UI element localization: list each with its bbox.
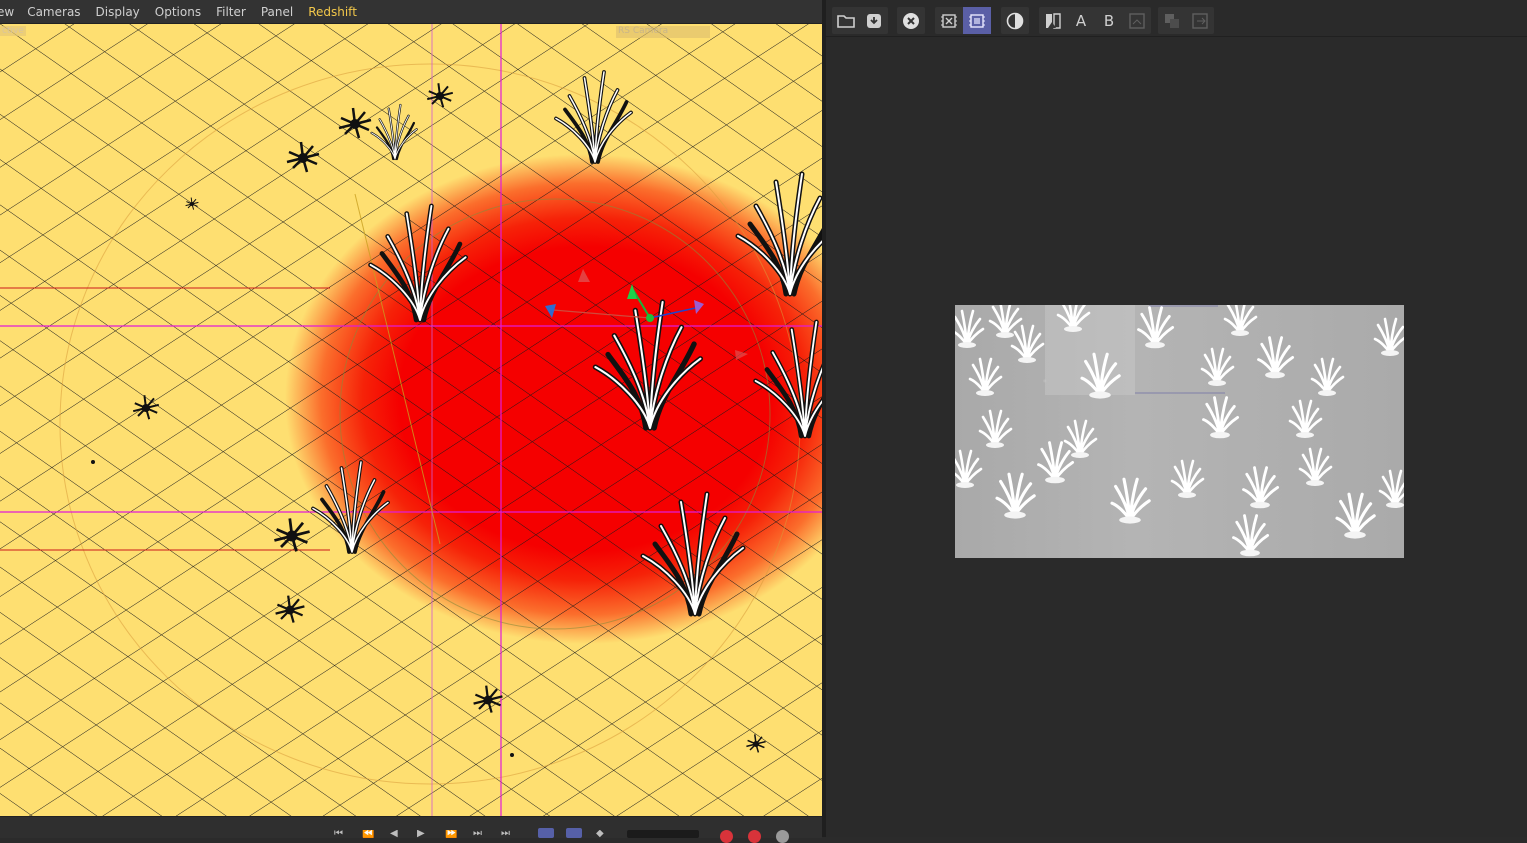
- contrast-icon[interactable]: [1001, 7, 1029, 34]
- menu-options[interactable]: Options: [155, 5, 201, 19]
- menu-cameras[interactable]: Cameras: [27, 5, 80, 19]
- save-icon[interactable]: [860, 7, 888, 34]
- layer-icon[interactable]: [1158, 7, 1186, 34]
- menu-redshift[interactable]: Redshift: [308, 5, 357, 19]
- render-region-icon[interactable]: [935, 7, 963, 34]
- ab-compare-icon[interactable]: [1039, 7, 1067, 34]
- camera-label: RS Camera: [616, 26, 710, 38]
- menu-display[interactable]: Display: [96, 5, 140, 19]
- rendered-grass: [955, 305, 1404, 558]
- viewport-menubar: ew Cameras Display Options Filter Panel …: [0, 0, 822, 24]
- open-folder-icon[interactable]: [832, 7, 860, 34]
- picture-viewer-toolbar: A B: [826, 0, 1527, 37]
- menu-panel[interactable]: Panel: [261, 5, 293, 19]
- rendered-image[interactable]: [955, 305, 1404, 558]
- grass-dot: [510, 753, 514, 757]
- b-button[interactable]: B: [1095, 7, 1123, 34]
- view-name-label: ctive: [0, 26, 26, 36]
- render-full-icon[interactable]: [963, 7, 991, 34]
- picture-viewer-panel: A B: [826, 0, 1527, 837]
- export-icon[interactable]: [1186, 7, 1214, 34]
- toolbar-group-layers: [1158, 7, 1214, 34]
- timeline-bar: ⏮ ⏪ ◀ ▶ ⏩ ⏭ ⏭ ◆: [0, 816, 822, 843]
- menu-view[interactable]: ew: [0, 5, 14, 19]
- grass-dot: [91, 460, 95, 464]
- stop-render-icon[interactable]: [897, 7, 925, 34]
- viewport-panel: ew Cameras Display Options Filter Panel …: [0, 0, 822, 843]
- ground-grid: [0, 24, 822, 816]
- swap-icon[interactable]: [1123, 7, 1151, 34]
- toolbar-group-display: [1001, 7, 1029, 34]
- viewport-canvas[interactable]: ctive RS Camera: [0, 24, 822, 816]
- toolbar-group-render: [897, 7, 925, 34]
- viewport-scene: [0, 24, 822, 816]
- a-button[interactable]: A: [1067, 7, 1095, 34]
- toolbar-group-file: [832, 7, 888, 34]
- toolbar-group-region: [935, 7, 991, 34]
- menu-filter[interactable]: Filter: [216, 5, 246, 19]
- toolbar-group-compare: A B: [1039, 7, 1151, 34]
